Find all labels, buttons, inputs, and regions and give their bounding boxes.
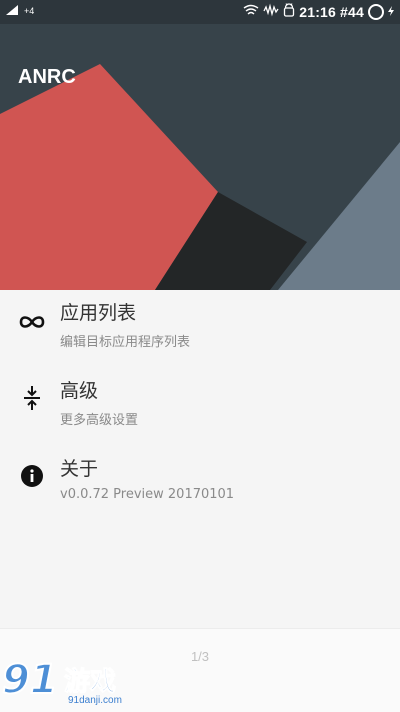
vibrate-icon [263, 2, 279, 22]
watermark-number: 91 [1, 656, 59, 704]
menu-item-title: 高级 [60, 380, 99, 402]
site-watermark: 91 游戏 91danji.com [0, 655, 140, 711]
status-bar: +4 21:16 #44 [0, 0, 400, 24]
header-banner: ANRC [0, 24, 400, 290]
charging-icon [388, 3, 394, 21]
battery-ring-icon [368, 4, 384, 20]
signal-icon [6, 5, 18, 17]
menu-item-about[interactable]: 关于 v0.0.72 Preview 20170101 [0, 446, 400, 518]
infinity-icon [18, 308, 46, 336]
app-title: ANRC [18, 66, 76, 88]
menu-item-subtitle: 编辑目标应用程序列表 [60, 335, 191, 350]
header-artwork [0, 24, 400, 290]
info-icon [18, 462, 46, 490]
menu-item-title: 应用列表 [60, 302, 137, 324]
wifi-wave-icon [243, 3, 259, 21]
menu-item-app-list[interactable]: 应用列表 编辑目标应用程序列表 [0, 290, 400, 362]
menu-item-subtitle: 更多高级设置 [60, 413, 139, 428]
menu-item-subtitle: v0.0.72 Preview 20170101 [60, 487, 235, 502]
watermark-url: 91danji.com [68, 695, 122, 706]
status-right: 21:16 #44 [243, 2, 394, 22]
android-icon [283, 2, 295, 22]
menu-item-advanced[interactable]: 高级 更多高级设置 [0, 368, 400, 440]
menu-item-title: 关于 [60, 458, 99, 480]
collapse-icon [18, 384, 46, 412]
status-time: 21:16 [299, 4, 337, 20]
status-extra: #44 [340, 4, 364, 20]
data-indicator: +4 [24, 6, 35, 16]
watermark-text: 游戏 [63, 667, 117, 698]
status-left: +4 [6, 5, 34, 17]
